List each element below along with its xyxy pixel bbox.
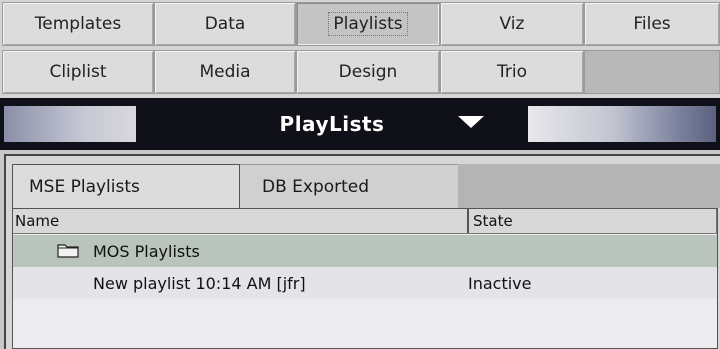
- playlist-table: Name State MOS Playlists New playlist 10…: [12, 208, 718, 349]
- subtab-bar-fill: [458, 164, 720, 208]
- folder-icon: [57, 244, 79, 258]
- tab-files[interactable]: Files: [584, 2, 720, 46]
- row-state: Inactive: [468, 273, 532, 293]
- row-name: New playlist 10:14 AM [jfr]: [93, 273, 306, 293]
- title-bar: PlayLists: [0, 98, 720, 150]
- tab-media[interactable]: Media: [154, 50, 296, 94]
- tab-cliplist[interactable]: Cliplist: [2, 50, 154, 94]
- tab-row-2: Cliplist Media Design Trio: [0, 50, 720, 96]
- tab-design[interactable]: Design: [296, 50, 440, 94]
- subtab-mse-playlists[interactable]: MSE Playlists: [12, 164, 240, 208]
- tab-templates[interactable]: Templates: [2, 2, 154, 46]
- column-header-state[interactable]: State: [469, 209, 717, 233]
- tab-data[interactable]: Data: [154, 2, 296, 46]
- title-bar-right-gradient: [528, 106, 716, 142]
- tab-trio[interactable]: Trio: [440, 50, 584, 94]
- tab-empty-slot: [584, 50, 720, 94]
- column-header-name[interactable]: Name: [13, 209, 469, 233]
- table-row-folder[interactable]: MOS Playlists: [13, 235, 717, 267]
- tab-viz[interactable]: Viz: [440, 2, 584, 46]
- table-header: Name State: [13, 209, 717, 234]
- chevron-down-icon[interactable]: [458, 116, 484, 128]
- main-tab-grid: Templates Data Playlists Viz Files Clipl…: [0, 0, 720, 98]
- subtab-db-exported[interactable]: DB Exported: [240, 164, 458, 208]
- table-row-playlist[interactable]: New playlist 10:14 AM [jfr] Inactive: [13, 267, 717, 299]
- title-bar-left-gradient: [4, 106, 136, 142]
- playlists-panel: MSE Playlists DB Exported Name State MOS…: [4, 154, 720, 349]
- row-name: MOS Playlists: [93, 241, 200, 261]
- tab-playlists[interactable]: Playlists: [296, 2, 440, 46]
- tab-row-1: Templates Data Playlists Viz Files: [0, 2, 720, 48]
